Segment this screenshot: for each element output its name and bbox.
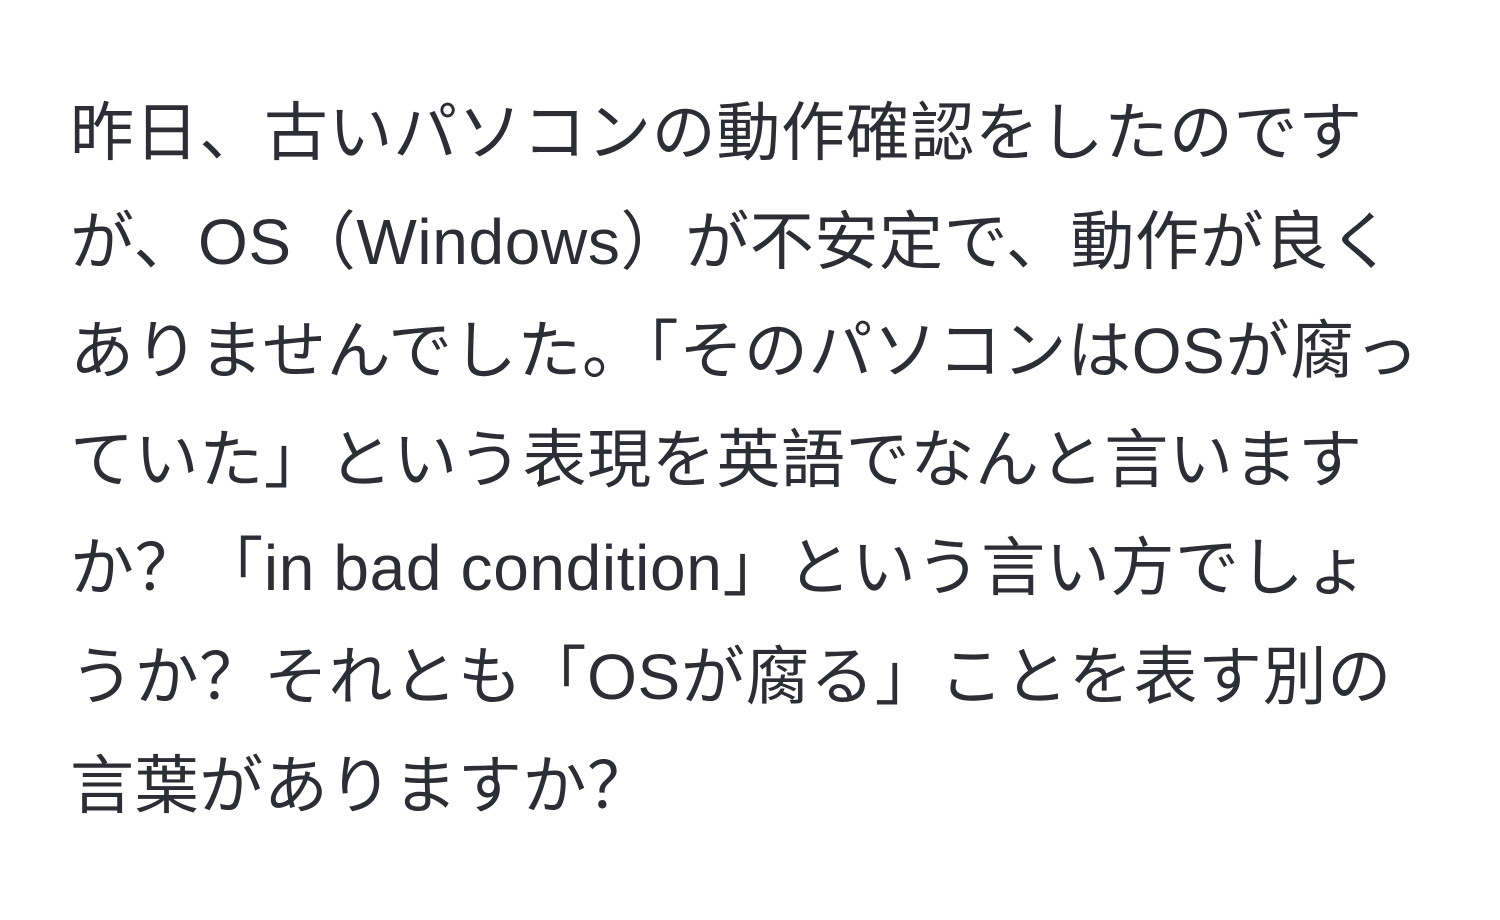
body-paragraph: 昨日、古いパソコンの動作確認をしたのですが、OS（Windows）が不安定で、動…	[70, 79, 1430, 841]
